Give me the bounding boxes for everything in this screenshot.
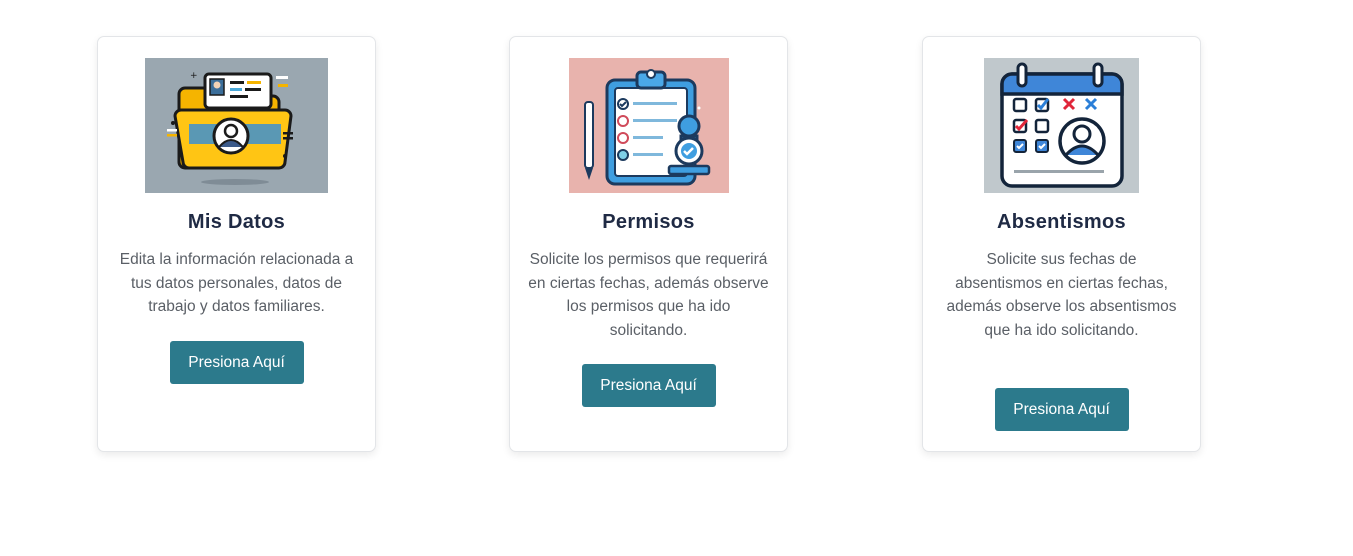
card-absentismos: Absentismos Solicite sus fechas de absen…: [922, 36, 1201, 452]
card-permisos: Permisos Solicite los permisos que reque…: [509, 36, 788, 452]
calendar-absence-icon: [984, 58, 1139, 193]
folder-user-icon: +: [145, 58, 328, 193]
card-title: Absentismos: [997, 211, 1126, 233]
presiona-aqui-button[interactable]: Presiona Aquí: [994, 388, 1129, 431]
presiona-aqui-button[interactable]: Presiona Aquí: [581, 364, 716, 407]
card-title: Mis Datos: [187, 211, 286, 233]
card-image: [923, 58, 1200, 194]
card-description: Solicite sus fechas de absentismos en ci…: [946, 251, 1177, 339]
clipboard-checklist-icon: [568, 58, 729, 193]
card-image: [510, 58, 787, 194]
card-description: Edita la información relacionada a tus d…: [119, 251, 354, 315]
card-mis-datos: + Mis Datos Edita la información relacio…: [97, 36, 376, 452]
card-description: Solicite los permisos que requerirá en c…: [528, 251, 769, 339]
presiona-aqui-button[interactable]: Presiona Aquí: [169, 341, 304, 384]
svg-text:+: +: [190, 71, 198, 81]
card-title: Permisos: [602, 211, 695, 233]
card-image: +: [98, 58, 375, 194]
